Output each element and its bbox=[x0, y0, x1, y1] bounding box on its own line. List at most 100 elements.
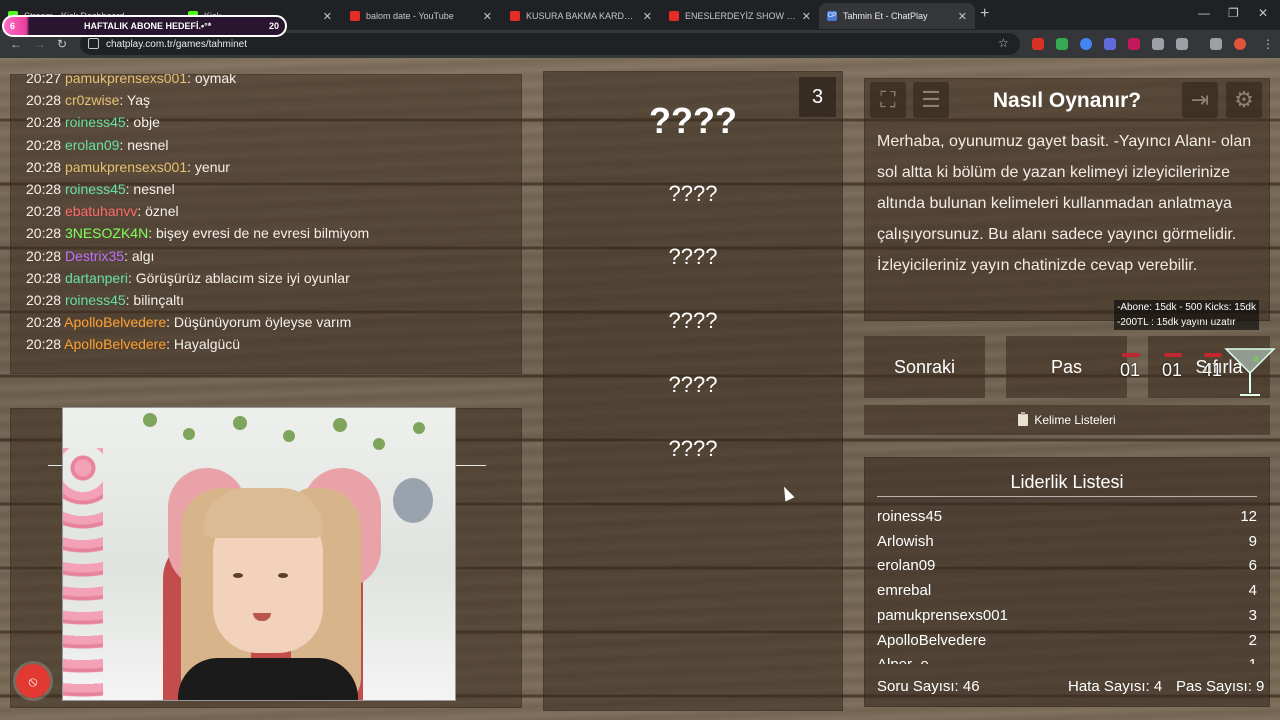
site-info-icon[interactable] bbox=[88, 38, 99, 49]
url-text: chatplay.com.tr/games/tahminet bbox=[106, 38, 247, 50]
chat-message: 20:28 ApolloBelvedere: Düşünüyorum öyley… bbox=[26, 314, 351, 330]
extension-icon[interactable] bbox=[1056, 38, 1068, 50]
vine-leaf bbox=[413, 422, 425, 434]
leaderboard-score: 9 bbox=[1248, 532, 1257, 550]
new-tab-icon[interactable]: + bbox=[980, 5, 989, 23]
secret-word: ???? bbox=[649, 100, 737, 141]
leaderboard-name: ApolloBelvedere bbox=[877, 631, 987, 649]
leaderboard-row: Alper_o 1 bbox=[877, 652, 1257, 664]
chat-text: : nesnel bbox=[125, 181, 175, 197]
chat-message: 20:28 pamukprensexs001: yenur bbox=[26, 159, 230, 175]
chat-text: : Görüşürüz ablacım size iyi oyunlar bbox=[127, 269, 350, 286]
chat-time: 20:28 bbox=[26, 158, 62, 175]
leaderboard-row: pamukprensexs001 3 bbox=[877, 603, 1257, 628]
close-tab-icon[interactable]: ✕ bbox=[958, 10, 967, 23]
next-button[interactable]: Sonraki bbox=[864, 336, 985, 398]
teddy-bear bbox=[393, 478, 433, 523]
question-count: Soru Sayısı: 46 bbox=[877, 678, 980, 695]
chat-username[interactable]: ApolloBelvedere bbox=[64, 336, 166, 352]
chat-username[interactable]: erolan09 bbox=[65, 137, 120, 153]
chat-username[interactable]: cr0zwise bbox=[65, 92, 119, 108]
chat-text: : Hayalgücü bbox=[166, 336, 241, 353]
tab-title: balom date - YouTube bbox=[366, 11, 454, 21]
close-tab-icon[interactable]: ✕ bbox=[643, 10, 652, 23]
tab-title: Tahmin Et - ChatPlay bbox=[843, 11, 928, 21]
pass-count-label: Pas Sayısı: bbox=[1176, 678, 1252, 695]
bookmark-star-icon[interactable]: ☆ bbox=[998, 36, 1009, 50]
forbidden-word: ???? bbox=[668, 308, 718, 333]
chat-username[interactable]: 3NESOZK4N bbox=[65, 225, 148, 241]
extensions-puzzle-icon[interactable] bbox=[1176, 38, 1188, 50]
leaderboard-score: 6 bbox=[1248, 557, 1257, 575]
chat-time: 20:28 bbox=[26, 314, 62, 331]
chat-message: 20:28 roiness45: bilinçaltı bbox=[26, 292, 184, 308]
leaderboard-name: Alper_o bbox=[877, 656, 929, 664]
tab-chatplay[interactable]: CP Tahmin Et - ChatPlay ✕ bbox=[819, 3, 975, 29]
close-window-icon[interactable]: ✕ bbox=[1258, 6, 1268, 20]
vine-leaf bbox=[333, 418, 347, 432]
chat-text: : Düşünüyorum öyleyse varım bbox=[166, 314, 352, 331]
extension-icon[interactable] bbox=[1152, 38, 1164, 50]
record-icon[interactable]: ⦸ bbox=[16, 664, 50, 698]
youtube-icon bbox=[669, 11, 679, 21]
pass-button[interactable]: Pas bbox=[1006, 336, 1127, 398]
back-icon[interactable]: ← bbox=[10, 37, 22, 51]
extension-icon[interactable] bbox=[1032, 38, 1044, 50]
profile-avatar-icon[interactable] bbox=[1234, 38, 1246, 50]
extension-icon[interactable] bbox=[1104, 38, 1116, 50]
chat-text: : yenur bbox=[187, 158, 230, 175]
cocktail-glass-icon bbox=[1224, 348, 1276, 396]
leaderboard-row: Arlowish 9 bbox=[877, 529, 1257, 554]
extension-icon[interactable] bbox=[1128, 38, 1140, 50]
hair bbox=[203, 488, 323, 538]
chat-message: 20:28 dartanperi: Görüşürüz ablacım size… bbox=[26, 270, 350, 286]
chat-message: 20:28 erolan09: nesnel bbox=[26, 137, 168, 153]
donation-info-line: -200TL : 15dk yayını uzatır bbox=[1117, 317, 1236, 328]
chat-username[interactable]: ebatuhanvv bbox=[65, 203, 137, 219]
question-count-value: 46 bbox=[962, 678, 980, 695]
menu-kebab-icon[interactable]: ⋮ bbox=[1262, 37, 1274, 51]
chat-time: 20:28 bbox=[26, 269, 62, 286]
close-tab-icon[interactable]: ✕ bbox=[323, 10, 332, 23]
donation-info-overlay: -Abone: 15dk - 500 Kicks: 15dk -200TL : … bbox=[1114, 300, 1259, 330]
close-tab-icon[interactable]: ✕ bbox=[802, 10, 811, 23]
restore-icon[interactable]: ❐ bbox=[1228, 6, 1239, 20]
reload-icon[interactable]: ↻ bbox=[57, 37, 67, 51]
chat-username[interactable]: roiness45 bbox=[65, 181, 126, 197]
chat-username[interactable]: dartanperi bbox=[65, 270, 128, 286]
close-tab-icon[interactable]: ✕ bbox=[483, 10, 492, 23]
chat-text: : Yaş bbox=[119, 92, 151, 109]
chat-time: 20:28 bbox=[26, 136, 62, 153]
chatplay-icon: CP bbox=[827, 11, 837, 21]
vine-leaf bbox=[183, 428, 195, 440]
divider bbox=[48, 465, 62, 466]
tab-youtube-enes[interactable]: ENESLERDEYİZ SHOW - 3. BÖLÜ ✕ bbox=[661, 3, 819, 29]
chat-username[interactable]: roiness45 bbox=[65, 292, 126, 308]
chat-username[interactable]: ApolloBelvedere bbox=[64, 314, 166, 330]
clipboard-icon bbox=[1018, 412, 1029, 426]
chat-username[interactable]: Destrix35 bbox=[65, 248, 124, 264]
tab-youtube-kusura[interactable]: KUSURA BAKMA KARDEŞ | Ma: ✕ bbox=[502, 3, 660, 29]
eye bbox=[278, 573, 288, 578]
chat-username[interactable]: roiness45 bbox=[65, 114, 126, 130]
error-count-value: 4 bbox=[1153, 678, 1163, 695]
youtube-icon bbox=[510, 11, 520, 21]
chat-time: 20:28 bbox=[26, 181, 62, 197]
question-count-label: Soru Sayısı: bbox=[877, 678, 959, 695]
leaderboard-name: erolan09 bbox=[877, 557, 936, 575]
leaderboard-name: pamukprensexs001 bbox=[877, 606, 1008, 624]
chat-text: : bilinçaltı bbox=[125, 292, 184, 308]
vine-leaf bbox=[143, 413, 157, 427]
minimize-icon[interactable]: — bbox=[1198, 6, 1210, 20]
chat-username[interactable]: pamukprensexs001 bbox=[65, 159, 187, 175]
leaderboard-score: 3 bbox=[1248, 606, 1257, 624]
extension-icon[interactable] bbox=[1080, 38, 1092, 50]
forward-icon[interactable]: → bbox=[34, 37, 46, 51]
chat-message: 20:28 Destrix35: algı bbox=[26, 248, 154, 264]
divider bbox=[877, 496, 1257, 497]
leaderboard-name: roiness45 bbox=[877, 508, 943, 525]
reading-list-icon[interactable] bbox=[1210, 38, 1222, 50]
leaderboard-score: 12 bbox=[1240, 508, 1257, 525]
tab-youtube-balom[interactable]: balom date - YouTube ✕ bbox=[342, 3, 500, 29]
word-lists-button[interactable]: Kelime Listeleri bbox=[864, 405, 1270, 435]
